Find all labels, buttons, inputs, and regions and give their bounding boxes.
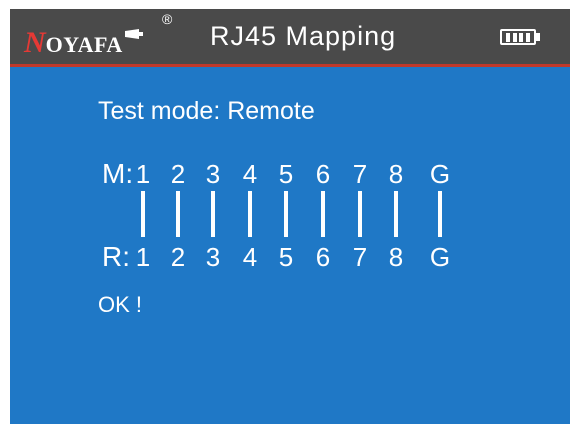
remote-pin-4: 4 — [242, 242, 258, 272]
wire-2 — [176, 191, 180, 237]
main-pin-2: 2 — [170, 159, 186, 189]
wire-6 — [321, 191, 325, 237]
battery-level-bar — [506, 32, 511, 42]
remote-pin-G: G — [429, 242, 451, 272]
test-mode-label: Test mode: Remote — [98, 97, 315, 125]
remote-pin-5: 5 — [278, 242, 294, 272]
brand-logo-n: N — [24, 26, 46, 59]
header-divider — [10, 64, 570, 67]
main-pin-5: 5 — [278, 159, 294, 189]
remote-unit-label: R: — [102, 241, 130, 272]
main-pin-1: 1 — [135, 159, 151, 189]
screen-title: RJ45 Mapping — [210, 21, 397, 51]
registered-mark: ® — [162, 11, 173, 27]
test-result: OK ! — [98, 292, 143, 317]
battery-level-bar — [525, 32, 530, 42]
remote-pin-1: 1 — [135, 242, 151, 272]
battery-cap — [536, 33, 540, 41]
wire-5 — [284, 191, 288, 237]
wire-3 — [211, 191, 215, 237]
battery-level-bar — [519, 32, 524, 42]
remote-pin-3: 3 — [205, 242, 221, 272]
remote-pin-6: 6 — [315, 242, 331, 272]
flag-icon — [124, 26, 143, 44]
header-bar: N OYAFA ® RJ45 Mapping — [10, 9, 570, 64]
brand-logo: N OYAFA — [24, 24, 143, 58]
main-pin-4: 4 — [242, 159, 258, 189]
main-pin-G: G — [429, 159, 451, 189]
tester-screen: N OYAFA ® RJ45 Mapping Test mode: Remote… — [10, 9, 570, 424]
wire-G — [438, 191, 442, 237]
main-pin-7: 7 — [352, 159, 368, 189]
wire-8 — [394, 191, 398, 237]
remote-pin-2: 2 — [170, 242, 186, 272]
brand-logo-text: OYAFA — [45, 32, 123, 57]
main-pin-3: 3 — [205, 159, 221, 189]
battery-full-icon — [500, 29, 536, 45]
remote-pin-7: 7 — [352, 242, 368, 272]
wire-4 — [248, 191, 252, 237]
battery-level-bar — [512, 32, 517, 42]
wire-1 — [141, 191, 145, 237]
main-pin-8: 8 — [388, 159, 404, 189]
remote-pin-8: 8 — [388, 242, 404, 272]
main-pin-6: 6 — [315, 159, 331, 189]
wire-7 — [358, 191, 362, 237]
